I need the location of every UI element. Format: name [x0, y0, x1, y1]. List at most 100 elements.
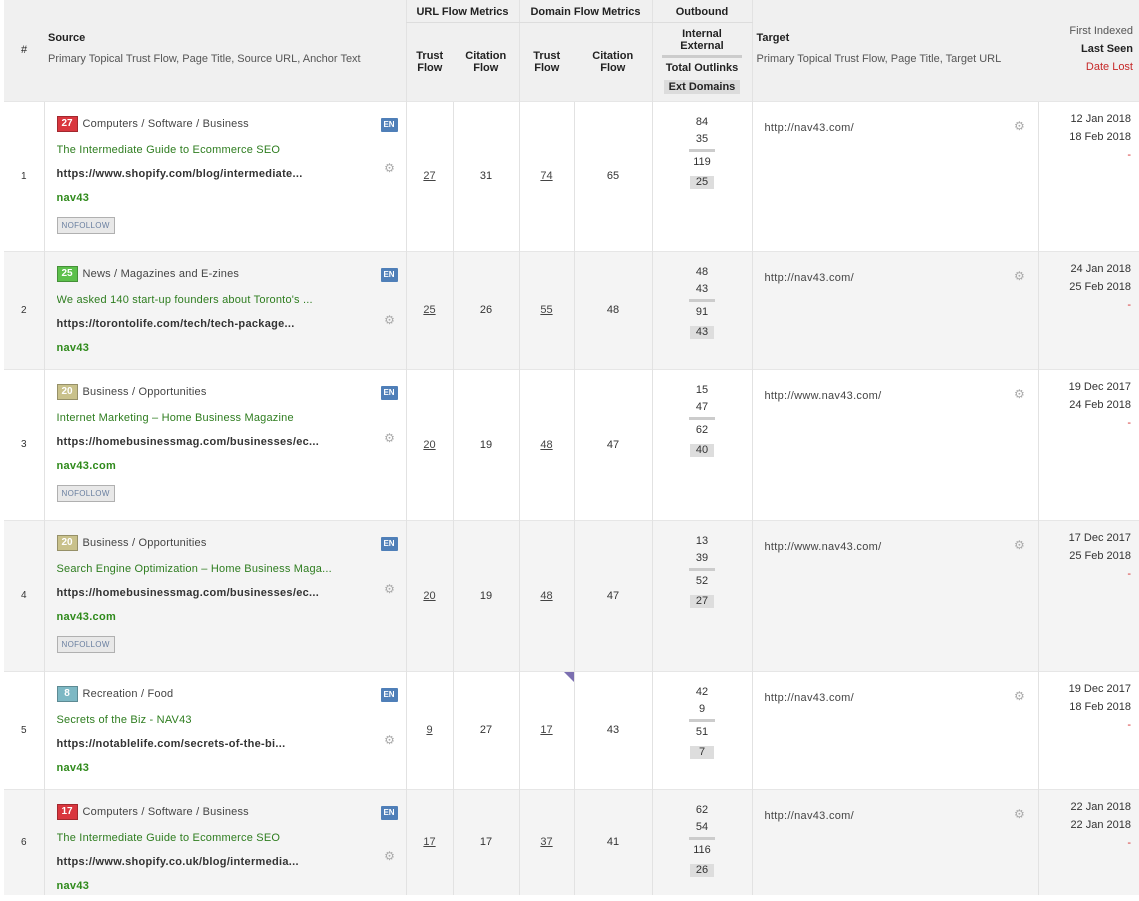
domain-trust-flow-header-line1: Trust — [533, 49, 561, 62]
gear-icon[interactable]: ⚙ — [1014, 388, 1026, 400]
gear-icon[interactable]: ⚙ — [1014, 120, 1026, 132]
external-value: 54 — [695, 820, 709, 833]
source-header-subtitle: Primary Topical Trust Flow, Page Title, … — [48, 53, 361, 65]
topical-trust-flow-badge: 20 — [56, 534, 78, 551]
gear-icon[interactable]: ⚙ — [1014, 690, 1026, 702]
gear-icon[interactable]: ⚙ — [1014, 808, 1026, 820]
source-url[interactable]: https://homebusinessmag.com/businesses/e… — [57, 436, 396, 448]
domain-trust-flow-link[interactable]: 37 — [540, 836, 552, 848]
url-trust-flow-link[interactable]: 20 — [423, 590, 435, 602]
source-url[interactable]: https://notablelife.com/secrets-of-the-b… — [57, 738, 396, 750]
outbound-cell: 48 43 91 43 — [651, 250, 752, 369]
domain-citation-flow-header-line2: Flow — [600, 61, 626, 74]
internal-value: 48 — [695, 265, 709, 278]
target-url[interactable]: http://nav43.com/ — [765, 692, 854, 704]
external-value: 9 — [698, 702, 706, 715]
row-index: 4 — [4, 519, 44, 671]
domain-trust-flow-link[interactable]: 17 — [540, 724, 552, 736]
url-citation-flow-cell: 19 — [452, 519, 519, 671]
row-index: 2 — [4, 250, 44, 369]
ext-domains-value: 7 — [690, 745, 714, 759]
page-title[interactable]: Internet Marketing – Home Business Magaz… — [57, 412, 396, 424]
url-trust-flow-cell: 20 — [405, 368, 453, 520]
dates-cell: 22 Jan 2018 22 Jan 2018 - — [1037, 788, 1139, 895]
outbound-divider — [689, 148, 715, 152]
source-url[interactable]: https://homebusinessmag.com/businesses/e… — [57, 587, 396, 599]
date-lost-header[interactable]: Date Lost — [1038, 58, 1133, 76]
source-url[interactable]: https://www.shopify.co.uk/blog/intermedi… — [57, 856, 396, 868]
total-outlinks-header[interactable]: Total Outlinks — [653, 62, 752, 74]
domain-citation-flow-cell: 65 — [573, 100, 652, 251]
gear-icon[interactable]: ⚙ — [384, 432, 396, 444]
internal-value: 84 — [695, 115, 709, 128]
source-header[interactable]: Source Primary Topical Trust Flow, Page … — [44, 0, 406, 101]
url-trust-flow-link[interactable]: 17 — [423, 836, 435, 848]
target-header[interactable]: Target Primary Topical Trust Flow, Page … — [751, 0, 1038, 101]
outbound-divider — [662, 54, 742, 58]
target-url[interactable]: http://www.nav43.com/ — [765, 541, 882, 553]
page-title[interactable]: Search Engine Optimization – Home Busine… — [57, 563, 396, 575]
url-citation-flow-value: 17 — [479, 836, 493, 849]
domain-trust-flow-link[interactable]: 48 — [540, 590, 552, 602]
gear-icon[interactable]: ⚙ — [384, 162, 396, 174]
url-citation-flow-value: 19 — [479, 589, 493, 602]
gear-icon[interactable]: ⚙ — [384, 850, 396, 862]
domain-trust-flow-cell: 74 — [518, 100, 574, 251]
url-trust-flow-link[interactable]: 9 — [426, 724, 432, 736]
url-citation-flow-value: 31 — [479, 170, 493, 182]
source-cell: 27 Computers / Software / Business EN ⚙ T… — [43, 100, 406, 251]
target-url[interactable]: http://nav43.com/ — [765, 122, 854, 134]
first-indexed-header[interactable]: First Indexed — [1038, 22, 1133, 40]
dates-header[interactable]: First Indexed Last Seen Date Lost — [1038, 0, 1139, 101]
url-trust-flow-link[interactable]: 27 — [423, 170, 435, 182]
external-header[interactable]: External — [653, 40, 752, 52]
url-trust-flow-header[interactable]: Trust Flow — [405, 22, 453, 101]
gear-icon[interactable]: ⚙ — [384, 734, 396, 746]
target-cell: http://nav43.com/ ⚙ — [751, 788, 1038, 895]
target-url[interactable]: http://nav43.com/ — [765, 810, 854, 822]
page-title[interactable]: The Intermediate Guide to Ecommerce SEO — [57, 144, 396, 156]
url-trust-flow-link[interactable]: 20 — [423, 439, 435, 451]
page-title[interactable]: We asked 140 start-up founders about Tor… — [57, 294, 396, 306]
internal-header[interactable]: Internal — [653, 28, 752, 40]
outbound-cell: 84 35 119 25 — [651, 100, 752, 251]
ext-domains-header[interactable]: Ext Domains — [663, 79, 741, 94]
table-row: 1 27 Computers / Software / Business EN ⚙… — [4, 100, 1139, 251]
outbound-cell: 42 9 51 7 — [651, 670, 752, 789]
target-cell: http://nav43.com/ ⚙ — [751, 250, 1038, 369]
page-title[interactable]: The Intermediate Guide to Ecommerce SEO — [57, 832, 396, 844]
row-index: 3 — [4, 368, 44, 520]
url-citation-flow-cell: 31 — [452, 100, 519, 251]
page-title[interactable]: Secrets of the Biz - NAV43 — [57, 714, 396, 726]
domain-trust-flow-cell: 17 — [518, 670, 574, 789]
domain-citation-flow-header[interactable]: Citation Flow — [574, 22, 652, 101]
nofollow-badge: NOFOLLOW — [56, 484, 115, 502]
url-citation-flow-cell: 19 — [452, 368, 519, 520]
first-indexed-value: 22 Jan 2018 — [1070, 800, 1131, 813]
target-url[interactable]: http://nav43.com/ — [765, 272, 854, 284]
source-url[interactable]: https://www.shopify.com/blog/intermediat… — [57, 168, 396, 180]
outbound-subheader: Internal External Total Outlinks Ext Dom… — [651, 22, 752, 101]
internal-value: 13 — [695, 534, 709, 547]
last-seen-header[interactable]: Last Seen — [1038, 40, 1133, 58]
anchor-text: nav43.com — [56, 610, 117, 623]
domain-trust-flow-link[interactable]: 74 — [540, 170, 552, 182]
domain-trust-flow-link[interactable]: 48 — [540, 439, 552, 451]
gear-icon[interactable]: ⚙ — [1014, 270, 1026, 282]
date-lost-value: - — [1127, 718, 1131, 731]
url-citation-flow-header[interactable]: Citation Flow — [453, 22, 519, 101]
topic-category: Recreation / Food — [82, 687, 174, 700]
source-url[interactable]: https://torontolife.com/tech/tech-packag… — [57, 318, 396, 330]
domain-trust-flow-header-line2: Flow — [534, 61, 560, 74]
domain-trust-flow-header[interactable]: Trust Flow — [518, 22, 574, 101]
gear-icon[interactable]: ⚙ — [384, 314, 396, 326]
gear-icon[interactable]: ⚙ — [1014, 539, 1026, 551]
external-value: 39 — [695, 551, 709, 564]
target-url[interactable]: http://www.nav43.com/ — [765, 390, 882, 402]
domain-citation-flow-value: 48 — [606, 304, 620, 316]
url-trust-flow-link[interactable]: 25 — [423, 304, 435, 316]
gear-icon[interactable]: ⚙ — [384, 583, 396, 595]
domain-trust-flow-link[interactable]: 55 — [540, 304, 552, 316]
domain-citation-flow-cell: 43 — [573, 670, 652, 789]
topical-trust-flow-badge: 20 — [56, 383, 78, 400]
